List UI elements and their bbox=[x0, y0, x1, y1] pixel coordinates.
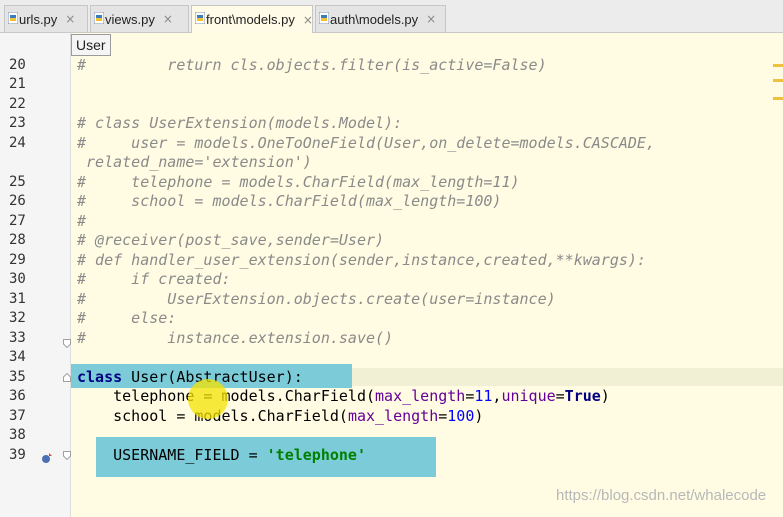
override-marker-icon[interactable] bbox=[41, 452, 53, 464]
close-tab-icon[interactable]: × bbox=[426, 12, 436, 26]
line-number: 37 bbox=[9, 408, 26, 424]
line-number: 27 bbox=[9, 213, 26, 229]
line-number: 20 bbox=[9, 57, 26, 73]
tab-label: urls.py bbox=[19, 11, 58, 27]
line-number: 31 bbox=[9, 291, 26, 307]
string-literal: 'telephone' bbox=[266, 446, 366, 464]
code-line-35: class User(AbstractUser): bbox=[77, 368, 303, 387]
code-line-26: # school = models.CharField(max_length=1… bbox=[77, 192, 502, 210]
code-line-30: # if created: bbox=[77, 270, 231, 288]
tooltip: User bbox=[71, 34, 111, 56]
tab-label: views.py bbox=[105, 11, 155, 27]
line-number: 36 bbox=[9, 388, 26, 404]
tab-front-models-py[interactable]: front\models.py × bbox=[191, 5, 313, 33]
python-file-icon bbox=[319, 12, 329, 24]
close-tab-icon[interactable]: × bbox=[65, 12, 75, 26]
line-number: 39 bbox=[9, 447, 26, 463]
scroll-mark[interactable] bbox=[773, 97, 783, 100]
line-number: 23 bbox=[9, 115, 26, 131]
code-line-36: telephone = models.CharField(max_length=… bbox=[77, 387, 610, 406]
kwarg-name: max_length bbox=[375, 387, 466, 405]
scroll-mark[interactable] bbox=[773, 79, 783, 82]
kwarg-name: unique bbox=[501, 387, 556, 405]
python-file-icon bbox=[195, 12, 205, 24]
code-line-32: # else: bbox=[77, 309, 177, 327]
line-number: 25 bbox=[9, 174, 26, 190]
tab-auth-models-py[interactable]: auth\models.py × bbox=[315, 5, 446, 32]
close-tab-icon[interactable]: × bbox=[303, 13, 313, 27]
keyword: True bbox=[564, 387, 601, 405]
caret-line-highlight bbox=[352, 368, 783, 386]
fold-start-icon[interactable] bbox=[63, 373, 71, 382]
tab-label: auth\models.py bbox=[330, 11, 419, 27]
code-line-25: # telephone = models.CharField(max_lengt… bbox=[77, 173, 520, 191]
code-token: = bbox=[555, 387, 565, 405]
code-token: USERNAME_FIELD = bbox=[77, 446, 267, 464]
code-line-27: # bbox=[77, 212, 87, 230]
line-number: 22 bbox=[9, 96, 26, 112]
python-file-icon bbox=[8, 12, 18, 24]
line-number: 24 bbox=[9, 135, 26, 151]
kwarg-name: max_length bbox=[347, 407, 439, 425]
tab-views-py[interactable]: views.py × bbox=[90, 5, 189, 32]
gutter-divider bbox=[70, 33, 71, 517]
code-line-33: # instance.extension.save() bbox=[77, 329, 394, 347]
mouse-cursor-highlight bbox=[188, 379, 228, 419]
code-token: = bbox=[438, 407, 448, 425]
line-number: 38 bbox=[9, 427, 26, 443]
line-number: 32 bbox=[9, 310, 26, 326]
code-line-37: school = models.CharField(max_length=100… bbox=[77, 407, 483, 426]
number-literal: 100 bbox=[447, 407, 475, 425]
line-number: 34 bbox=[9, 349, 26, 365]
fold-end-icon[interactable] bbox=[63, 451, 71, 460]
code-line-29: # def handler_user_extension(sender,inst… bbox=[77, 251, 646, 269]
code-line-20: # return cls.objects.filter(is_active=Fa… bbox=[77, 56, 547, 74]
number-literal: 11 bbox=[474, 387, 493, 405]
close-tab-icon[interactable]: × bbox=[163, 12, 173, 26]
fold-end-icon[interactable] bbox=[63, 339, 71, 348]
code-line-28: # @receiver(post_save,sender=User) bbox=[77, 231, 385, 249]
code-token: ) bbox=[600, 387, 610, 405]
scroll-mark[interactable] bbox=[773, 64, 783, 67]
line-number: 30 bbox=[9, 271, 26, 287]
tab-urls-py[interactable]: urls.py × bbox=[4, 5, 88, 32]
code-line-24-wrap: related_name='extension') bbox=[77, 153, 312, 171]
line-number: 35 bbox=[9, 369, 26, 385]
python-file-icon bbox=[94, 12, 104, 24]
line-number: 33 bbox=[9, 330, 26, 346]
line-number: 29 bbox=[9, 252, 26, 268]
editor-tab-bar: urls.py × views.py × front\models.py × a… bbox=[0, 0, 783, 33]
code-line-23: # class UserExtension(models.Model): bbox=[77, 114, 403, 132]
code-line-31: # UserExtension.objects.create(user=inst… bbox=[77, 290, 556, 308]
line-number: 26 bbox=[9, 193, 26, 209]
code-token: ) bbox=[474, 407, 484, 425]
tab-label: front\models.py bbox=[206, 12, 295, 27]
code-line-39: USERNAME_FIELD = 'telephone' bbox=[77, 446, 366, 465]
line-number: 21 bbox=[9, 76, 26, 92]
code-line-24: # user = models.OneToOneField(User,on_de… bbox=[77, 134, 655, 152]
watermark: https://blog.csdn.net/whalecode bbox=[556, 487, 767, 504]
code-token: = bbox=[465, 387, 475, 405]
line-number: 28 bbox=[9, 232, 26, 248]
keyword: class bbox=[77, 368, 123, 386]
